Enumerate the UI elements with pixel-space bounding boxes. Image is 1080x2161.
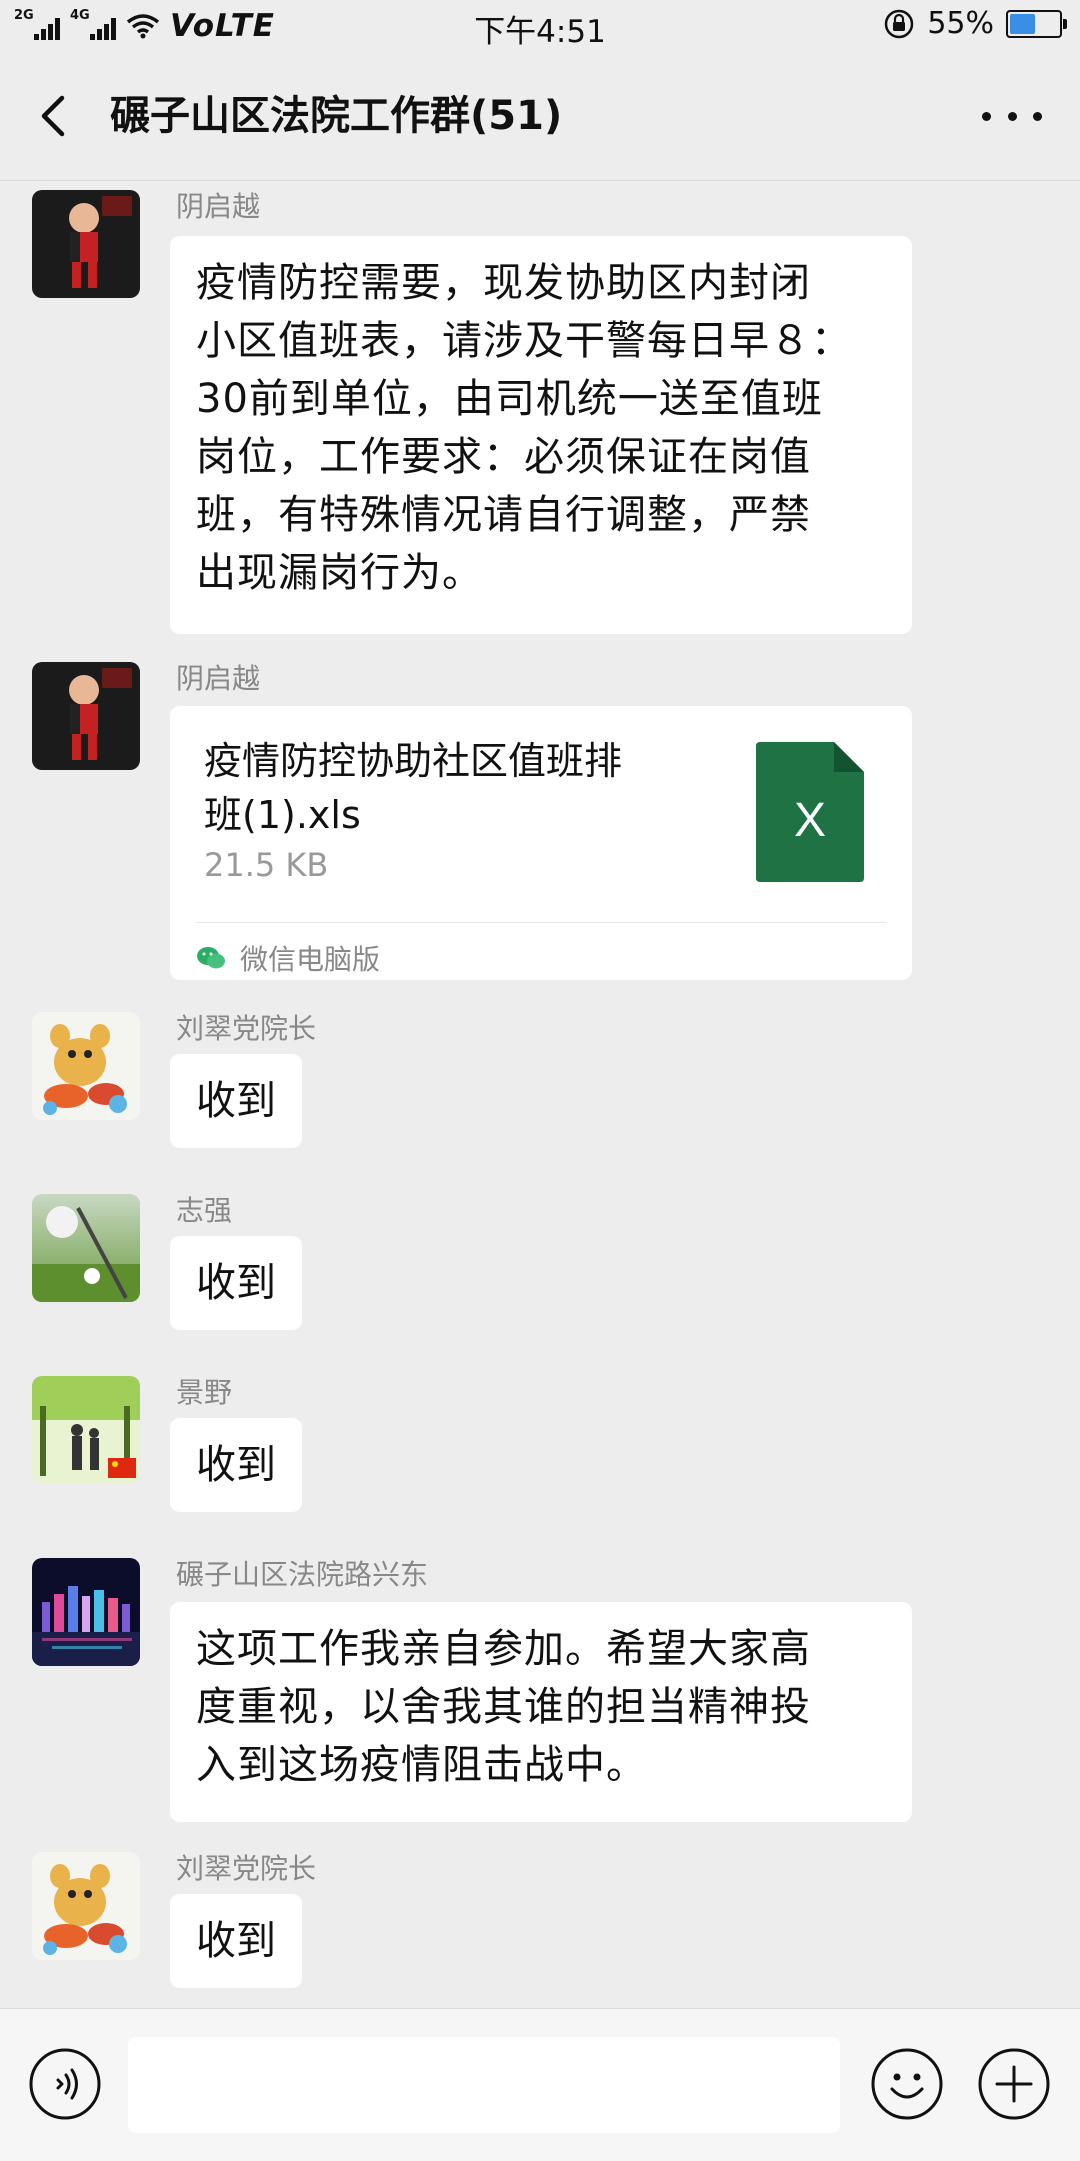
chevron-left-icon[interactable]	[30, 88, 86, 144]
message-bubble[interactable]: 收到	[170, 1894, 302, 1988]
avatar[interactable]	[32, 1558, 140, 1666]
emoji-icon[interactable]	[870, 2047, 944, 2121]
message-bubble[interactable]: 收到	[170, 1418, 302, 1512]
plus-icon[interactable]	[977, 2047, 1051, 2121]
sender-name: 景野	[176, 1376, 233, 1409]
message-line: 度重视，以舍我其谁的担当精神投	[196, 1684, 811, 1730]
chat-title: 碾子山区法院工作群(51)	[110, 93, 563, 139]
avatar[interactable]	[32, 190, 140, 298]
message-bubble[interactable]: 收到	[170, 1236, 302, 1330]
message-line: 小区值班表，请涉及干警每日早８：	[196, 318, 852, 364]
file-size: 21.5 KB	[204, 846, 329, 884]
more-dots-icon[interactable]	[982, 92, 1042, 140]
message-line: 班，有特殊情况请自行调整，严禁	[196, 492, 811, 538]
svg-text:X: X	[794, 794, 826, 847]
battery-percent: 55%	[927, 6, 994, 41]
battery-icon	[1006, 9, 1067, 38]
sender-name: 阴启越	[176, 662, 261, 695]
avatar[interactable]	[32, 1012, 140, 1120]
nav-bar: 碾子山区法院工作群(51)	[0, 52, 1080, 181]
avatar[interactable]	[32, 1852, 140, 1960]
sender-name: 刘翠党院长	[176, 1852, 317, 1885]
status-bar: 2G 4G VoLTE 下午4:51 55%	[0, 0, 1080, 52]
rotation-lock-icon	[885, 9, 914, 38]
message-line: 入到这场疫情阻击战中。	[196, 1742, 647, 1788]
message-bubble[interactable]: 收到	[170, 1054, 302, 1148]
message-line: 岗位，工作要求：必须保证在岗值	[196, 434, 811, 480]
message-line: 出现漏岗行为。	[196, 550, 483, 596]
excel-file-icon: X	[756, 742, 864, 882]
message-text: 收到	[196, 1442, 276, 1488]
message-line: 疫情防控需要，现发协助区内封闭	[196, 260, 811, 306]
message-input[interactable]	[128, 2037, 840, 2133]
message-text: 收到	[196, 1918, 276, 1964]
divider	[196, 922, 886, 923]
voice-icon[interactable]	[28, 2047, 102, 2121]
status-right: 55%	[883, 6, 1067, 41]
file-source: 微信电脑版	[196, 934, 380, 982]
input-bar	[0, 2008, 1080, 2161]
message-line: 这项工作我亲自参加。希望大家高	[196, 1626, 811, 1672]
avatar[interactable]	[32, 1194, 140, 1302]
wechat-icon	[197, 947, 225, 969]
message-line: 30前到单位，由司机统一送至值班	[196, 376, 823, 422]
message-text: 收到	[196, 1260, 276, 1306]
sender-name: 碾子山区法院路兴东	[176, 1558, 429, 1591]
avatar[interactable]	[32, 662, 140, 770]
message-bubble[interactable]: 这项工作我亲自参加。希望大家高 度重视，以舍我其谁的担当精神投 入到这场疫情阻击…	[170, 1602, 912, 1822]
file-card[interactable]: 疫情防控协助社区值班排 班(1).xls 21.5 KB X 微信电脑版	[170, 706, 912, 980]
source-label: 微信电脑版	[240, 943, 381, 976]
file-name: 疫情防控协助社区值班排 班(1).xls	[204, 739, 623, 837]
avatar[interactable]	[32, 1376, 140, 1484]
battery-level	[1010, 13, 1035, 34]
sender-name: 阴启越	[176, 190, 261, 223]
sender-name: 志强	[176, 1194, 233, 1227]
message-text: 收到	[196, 1078, 276, 1124]
message-bubble[interactable]: 疫情防控需要，现发协助区内封闭 小区值班表，请涉及干警每日早８： 30前到单位，…	[170, 236, 912, 634]
sender-name: 刘翠党院长	[176, 1012, 317, 1045]
